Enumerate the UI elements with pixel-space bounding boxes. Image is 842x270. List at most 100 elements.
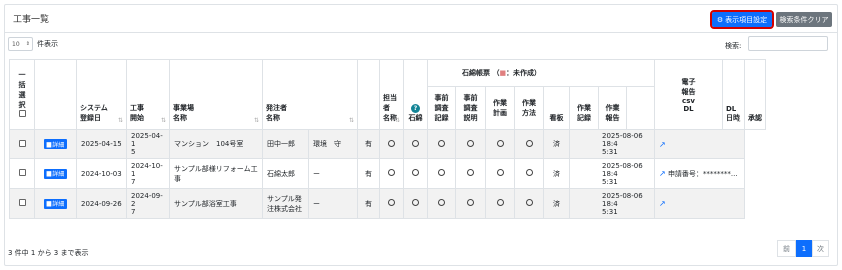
external-link-icon[interactable]: ↗	[659, 199, 666, 208]
circle-icon	[496, 199, 504, 206]
col-work-report: 作業 報告	[598, 86, 627, 130]
pagination: 前 1 次	[777, 240, 829, 257]
cell-system-date: 2024-09-26	[76, 188, 127, 219]
col-report-spacer	[626, 86, 655, 130]
circle-icon	[412, 139, 419, 147]
external-link-icon[interactable]: ↗	[659, 140, 666, 149]
col-approval: 承認	[744, 59, 766, 130]
display-items-button[interactable]: ⚙ 表示項目設定	[710, 10, 774, 29]
col-bulk-select: 一 括 選 択	[9, 59, 35, 130]
folder-icon: ▆	[46, 200, 52, 207]
cell-extra: ー	[308, 158, 358, 189]
cell-system-date: 2025-04-15	[76, 129, 127, 159]
page: 工事一覧 ⚙ 表示項目設定 検索条件クリア 10 ⇕ 件表示 検索: 一 括 選…	[0, 0, 842, 270]
cell-orderer: 田中一郎	[262, 129, 309, 159]
sort-icon: ⇅	[735, 117, 741, 124]
card-header: 工事一覧 ⚙ 表示項目設定 検索条件クリア	[5, 5, 837, 33]
circle-icon	[467, 139, 474, 147]
circle-icon	[388, 169, 395, 176]
circle-icon	[496, 169, 504, 176]
detail-button[interactable]: ▆ 詳細	[43, 198, 68, 209]
table-row: ▆ 詳細 2024-09-26 2024-09-2 7 サンプル部浴室工事 サンプル…	[9, 188, 766, 219]
cell-flag: 有	[357, 158, 380, 189]
col-staff[interactable]: 担当者 名称 ⇅	[379, 59, 404, 130]
row-checkbox[interactable]	[18, 199, 26, 206]
circle-icon	[438, 169, 445, 176]
cell-site: サンプル部様リフォーム工事	[169, 158, 263, 189]
col-orderer[interactable]: 発注者 名称 ⇅	[262, 59, 358, 130]
page-length-select[interactable]: 10 ⇕	[8, 37, 33, 51]
col-system-date[interactable]: システム 登録日 ⇅	[76, 59, 127, 130]
circle-icon	[525, 169, 533, 176]
cell-application: ↗	[654, 129, 745, 159]
col-work-method: 作業 方法	[514, 86, 544, 130]
prev-page-button[interactable]: 前	[777, 240, 796, 257]
col-report-group: 石綿帳票 （■：未作成）	[427, 59, 655, 87]
folder-icon: ▆	[46, 170, 52, 177]
sort-icon: ⇅	[160, 117, 166, 124]
circle-icon	[467, 199, 474, 206]
detail-button[interactable]: ▆ 詳細	[43, 168, 68, 179]
circle-icon	[525, 139, 533, 147]
col-site[interactable]: 事業場 名称 ⇅	[169, 59, 263, 130]
page-title: 工事一覧	[13, 15, 50, 25]
circle-icon	[388, 139, 395, 147]
external-link-icon[interactable]: ↗	[659, 169, 666, 178]
row-checkbox[interactable]	[18, 139, 26, 147]
chevron-updown-icon: ⇕	[25, 41, 30, 47]
next-page-button[interactable]: 次	[812, 240, 829, 257]
circle-icon	[438, 199, 445, 206]
row-checkbox[interactable]	[18, 169, 26, 176]
gear-icon: ⚙	[716, 15, 724, 24]
circle-icon	[412, 169, 419, 176]
cell-system-date: 2024-10-03	[76, 158, 127, 189]
cell-start: 2024-10-1 7	[126, 158, 170, 189]
cell-site: サンプル部浴室工事	[169, 188, 263, 219]
display-items-label: 表示項目設定	[725, 15, 768, 24]
col-work-plan: 作業 計画	[485, 86, 515, 130]
question-icon[interactable]: ?	[411, 104, 420, 113]
cell-start: 2025-04-1 5	[126, 129, 170, 159]
col-signboard: 看板	[543, 86, 570, 130]
col-work-record: 作業 記録	[569, 86, 599, 130]
circle-icon	[467, 169, 474, 176]
col-pre-survey-record: 事前 調査 記録	[427, 86, 456, 130]
select-all-checkbox[interactable]	[18, 110, 26, 117]
col-e-report: 電子 報告 csv DL	[654, 59, 723, 130]
table-row: ▆ 詳細 2025-04-15 2025-04-1 5 マンション 104号室 田中…	[9, 129, 766, 159]
cell-dl-datetime: 2025-08-06 18:4 5:31	[569, 129, 655, 159]
sort-icon: ⇅	[394, 117, 400, 124]
search-input[interactable]	[748, 36, 828, 51]
page-1-button[interactable]: 1	[796, 240, 812, 257]
cell-signboard: 済	[543, 188, 570, 219]
detail-button[interactable]: ▆ 詳細	[43, 139, 68, 149]
page-length-label: 件表示	[37, 40, 58, 48]
cell-dl-datetime: 2025-08-06 18:4 5:31	[569, 188, 655, 219]
cell-extra: 環境 守	[308, 129, 358, 159]
cell-flag: 有	[357, 188, 380, 219]
search-label: 検索:	[725, 42, 742, 50]
col-dl-datetime[interactable]: DL日時 ⇅	[722, 59, 745, 130]
col-flag	[357, 59, 380, 130]
sort-icon: ⇅	[117, 117, 123, 124]
col-start[interactable]: 工事 開始 ⇅	[126, 59, 170, 130]
circle-icon	[496, 139, 504, 147]
cell-orderer: 石綿太郎	[262, 158, 309, 189]
cell-extra: ー	[308, 188, 358, 219]
cell-flag: 有	[357, 129, 380, 159]
circle-icon	[388, 199, 395, 206]
col-pre-survey-explain: 事前 調査 説明	[455, 86, 486, 130]
folder-icon: ▆	[46, 140, 52, 148]
page-length-value: 10	[12, 40, 20, 48]
cell-application: ↗ 申請番号：********...	[654, 158, 745, 189]
clear-search-button[interactable]: 検索条件クリア	[776, 12, 832, 27]
construction-table: 一 括 選 択 システム 登録日 ⇅ 工事 開始 ⇅ 事業場 名称 ⇅ 発注者 …	[9, 59, 766, 219]
cell-orderer: サンプル発注株式会社	[262, 188, 309, 219]
circle-icon	[525, 199, 533, 206]
cell-signboard: 済	[543, 158, 570, 189]
col-asbestos: ? 石綿	[403, 59, 428, 130]
cell-dl-datetime: 2025-08-06 18:4 5:31	[569, 158, 655, 189]
circle-icon	[412, 199, 419, 206]
sort-icon: ⇅	[348, 117, 354, 124]
sort-icon: ⇅	[253, 117, 259, 124]
